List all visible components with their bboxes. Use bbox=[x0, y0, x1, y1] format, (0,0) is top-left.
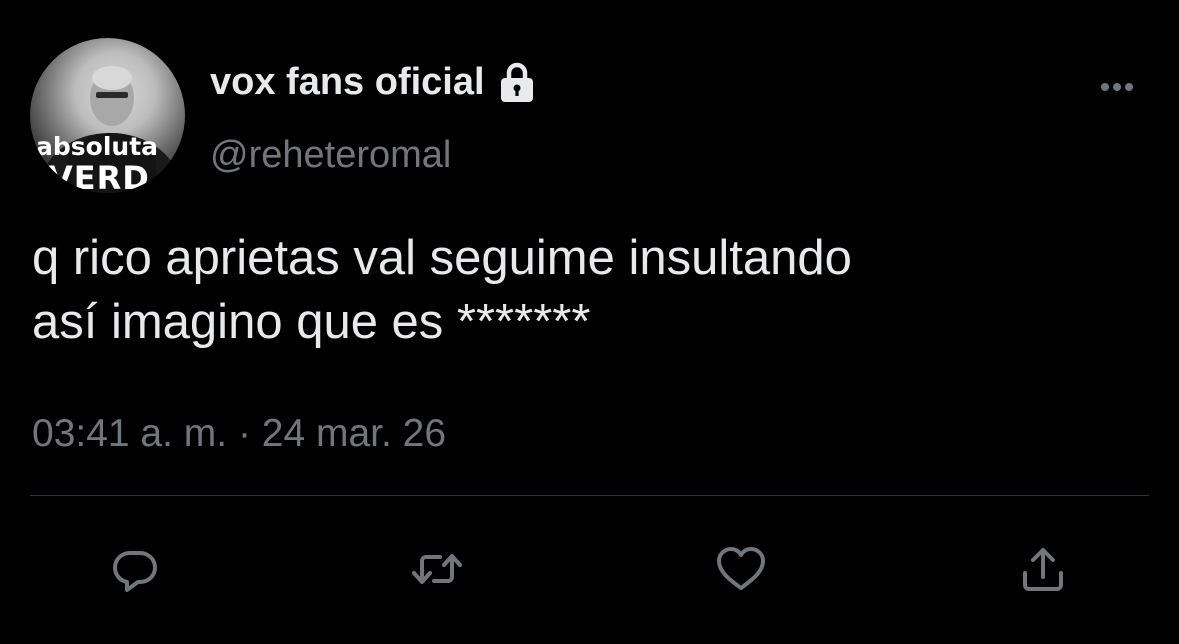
display-name[interactable]: vox fans oficial bbox=[210, 61, 485, 104]
tweet-text-line: así imagino que es ******* bbox=[32, 295, 591, 349]
tweet: absoluta VERD vox fans oficial @rehetero… bbox=[0, 0, 1179, 644]
heart-icon bbox=[712, 541, 770, 597]
avatar[interactable]: absoluta VERD bbox=[30, 38, 185, 193]
retweet-icon bbox=[408, 541, 466, 597]
share-button[interactable] bbox=[1014, 540, 1072, 598]
tweet-text-line: q rico aprietas val seguime insultando bbox=[32, 231, 852, 285]
avatar-caption-line1: absoluta bbox=[36, 132, 159, 161]
avatar-caption-line2: VERD bbox=[48, 159, 150, 193]
retweet-button[interactable] bbox=[408, 540, 466, 598]
reply-icon bbox=[107, 541, 163, 597]
lock-icon bbox=[493, 58, 541, 106]
divider bbox=[30, 495, 1149, 496]
user-handle[interactable]: @reheteromal bbox=[210, 134, 451, 177]
share-icon bbox=[1015, 541, 1071, 597]
reply-button[interactable] bbox=[106, 540, 164, 598]
more-horizontal-icon[interactable] bbox=[1094, 74, 1140, 100]
tweet-text: q rico aprietas val seguime insultando a… bbox=[32, 226, 1152, 354]
tweet-timestamp[interactable]: 03:41 a. m. · 24 mar. 26 bbox=[32, 412, 446, 456]
like-button[interactable] bbox=[712, 540, 770, 598]
author-name-row: vox fans oficial bbox=[210, 56, 541, 108]
